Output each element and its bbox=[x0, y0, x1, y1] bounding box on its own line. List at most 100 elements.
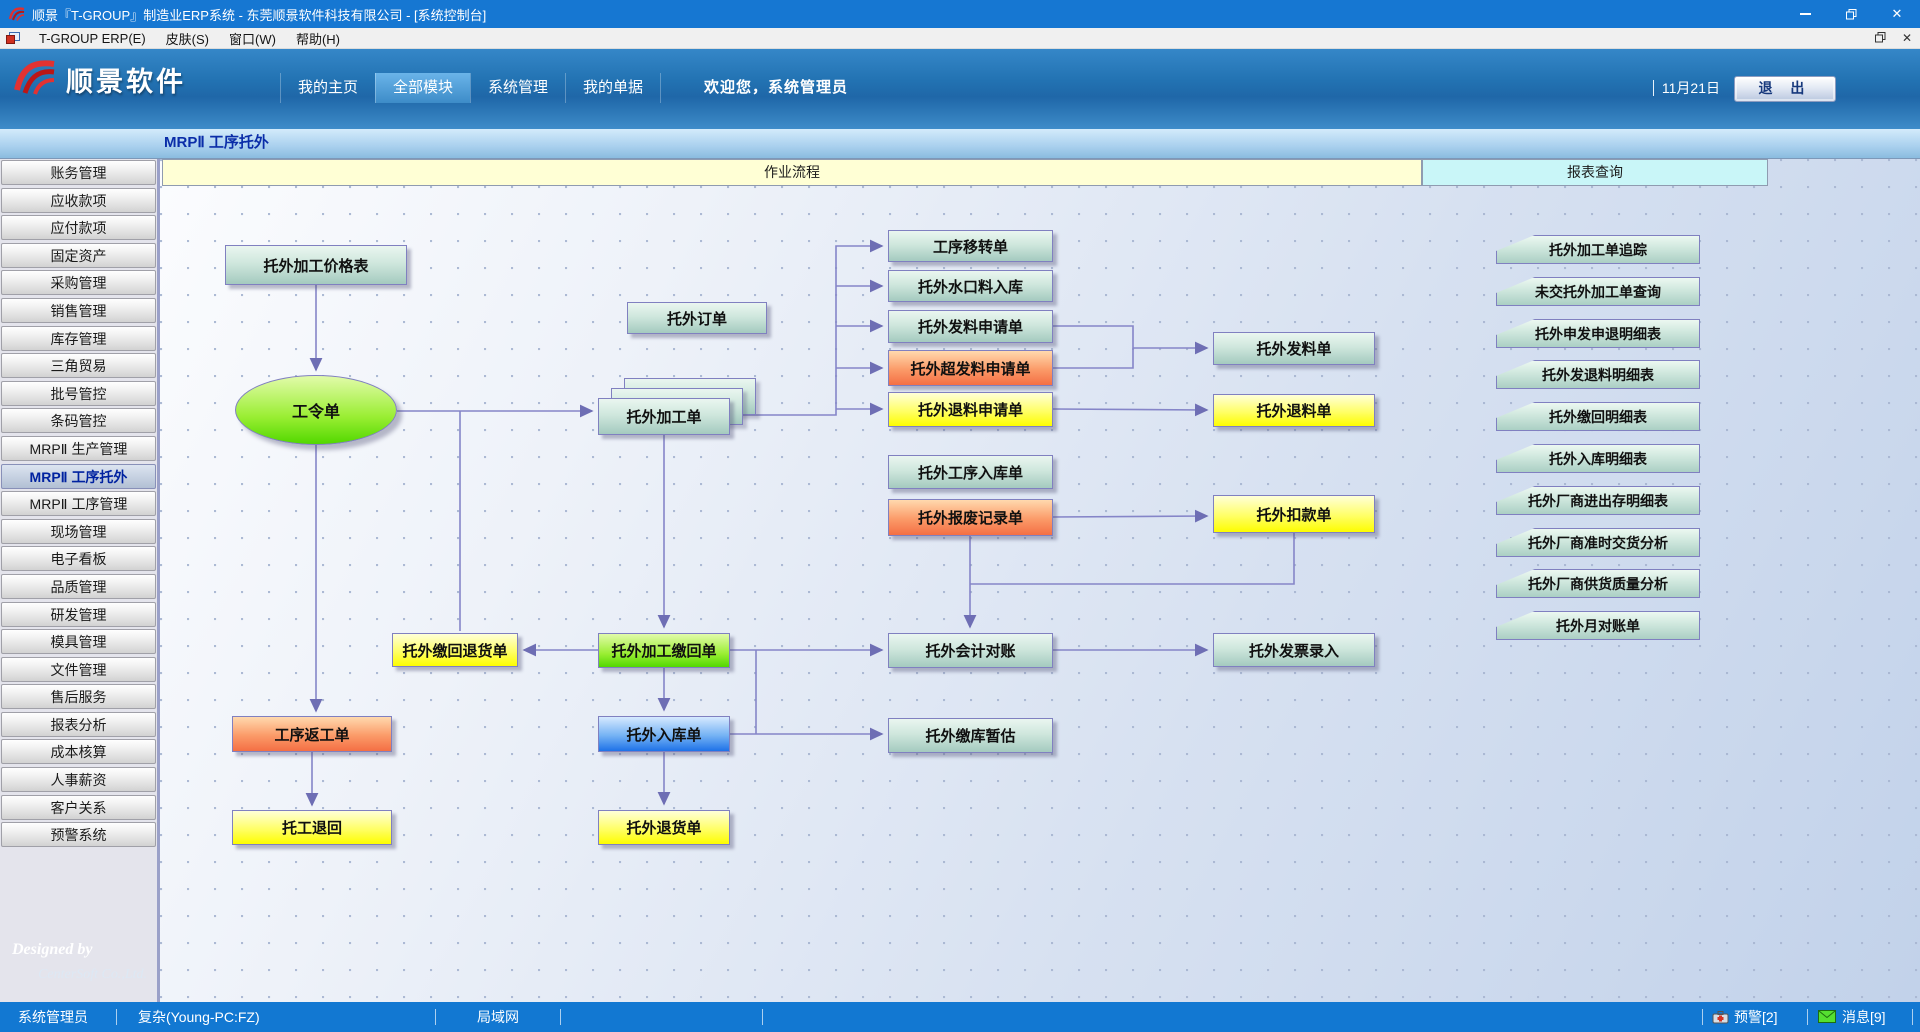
node-provisional-estimate[interactable]: 托外缴库暂估 bbox=[888, 718, 1053, 753]
report-item-7[interactable]: 托外厂商准时交货分析 bbox=[1496, 528, 1700, 557]
node-return-sheet[interactable]: 托外退料单 bbox=[1213, 394, 1375, 427]
node-work-order[interactable]: 工令单 bbox=[235, 375, 397, 445]
brand-logo-text: 顺景软件 bbox=[66, 60, 186, 99]
sidebar-item-16[interactable]: 研发管理 bbox=[1, 602, 156, 627]
sidebar-item-3[interactable]: 固定资产 bbox=[1, 243, 156, 268]
node-accounting-recon[interactable]: 托外会计对账 bbox=[888, 633, 1053, 668]
node-work-return[interactable]: 托工退回 bbox=[232, 810, 392, 845]
node-deduction-sheet[interactable]: 托外扣款单 bbox=[1213, 495, 1375, 533]
sidebar-item-4[interactable]: 采购管理 bbox=[1, 270, 156, 295]
node-over-issue-request[interactable]: 托外超发料申请单 bbox=[888, 350, 1053, 386]
mdi-close-icon[interactable]: ✕ bbox=[1902, 32, 1912, 44]
node-process-warehouse-in[interactable]: 托外工序入库单 bbox=[888, 455, 1053, 489]
sidebar-item-1[interactable]: 应收款项 bbox=[1, 188, 156, 213]
status-network: 局域网 bbox=[477, 1002, 519, 1032]
sidebar-item-17[interactable]: 模具管理 bbox=[1, 629, 156, 654]
header-date: 11月21日 bbox=[1653, 73, 1720, 103]
sidebar-item-2[interactable]: 应付款项 bbox=[1, 215, 156, 240]
node-price-list[interactable]: 托外加工价格表 bbox=[225, 245, 407, 285]
sidebar-item-8[interactable]: 批号管控 bbox=[1, 381, 156, 406]
envelope-icon[interactable] bbox=[1818, 1010, 1836, 1023]
sidebar-item-12[interactable]: MRPⅡ 工序管理 bbox=[1, 491, 156, 516]
tab-3[interactable]: 我的单据 bbox=[565, 73, 661, 103]
tab-row: 我的主页全部模块系统管理我的单据 bbox=[280, 73, 661, 103]
minimize-icon[interactable] bbox=[1782, 0, 1828, 28]
node-handback-return[interactable]: 托外缴回退货单 bbox=[392, 633, 518, 667]
designed-by-text: Designed by bbox=[0, 932, 157, 959]
sidebar-item-22[interactable]: 人事薪资 bbox=[1, 767, 156, 792]
sidebar: 账务管理应收款项应付款项固定资产采购管理销售管理库存管理三角贸易批号管控条码管控… bbox=[0, 159, 160, 1002]
sidebar-item-19[interactable]: 售后服务 bbox=[1, 684, 156, 709]
tab-2[interactable]: 系统管理 bbox=[470, 73, 565, 103]
node-invoice-entry[interactable]: 托外发票录入 bbox=[1213, 633, 1375, 667]
sidebar-item-10[interactable]: MRPⅡ 生产管理 bbox=[1, 436, 156, 461]
sidebar-item-7[interactable]: 三角贸易 bbox=[1, 353, 156, 378]
tab-1[interactable]: 全部模块 bbox=[375, 73, 470, 103]
page-title: MRPⅡ 工序托外 bbox=[164, 129, 269, 157]
sidebar-item-9[interactable]: 条码管控 bbox=[1, 408, 156, 433]
node-outsource-order[interactable]: 托外订单 bbox=[627, 302, 767, 334]
restore-icon[interactable] bbox=[1828, 0, 1874, 28]
sidebar-item-6[interactable]: 库存管理 bbox=[1, 326, 156, 351]
sidebar-list: 账务管理应收款项应付款项固定资产采购管理销售管理库存管理三角贸易批号管控条码管控… bbox=[0, 159, 157, 847]
brand-logo: 顺景软件 bbox=[12, 57, 186, 102]
sidebar-item-14[interactable]: 电子看板 bbox=[1, 546, 156, 571]
sidebar-item-5[interactable]: 销售管理 bbox=[1, 298, 156, 323]
node-issue-sheet[interactable]: 托外发料单 bbox=[1213, 332, 1375, 365]
report-item-9[interactable]: 托外月对账单 bbox=[1496, 611, 1700, 640]
report-item-2[interactable]: 托外申发申退明细表 bbox=[1496, 319, 1700, 348]
status-user: 系统管理员 bbox=[18, 1002, 88, 1032]
sidebar-item-18[interactable]: 文件管理 bbox=[1, 657, 156, 682]
sidebar-item-15[interactable]: 品质管理 bbox=[1, 574, 156, 599]
sidebar-item-0[interactable]: 账务管理 bbox=[1, 160, 156, 185]
brand-logo-icon bbox=[12, 57, 58, 102]
sidebar-item-23[interactable]: 客户关系 bbox=[1, 795, 156, 820]
report-item-4[interactable]: 托外缴回明细表 bbox=[1496, 402, 1700, 431]
node-goods-return[interactable]: 托外退货单 bbox=[598, 810, 730, 845]
report-item-0[interactable]: 托外加工单追踪 bbox=[1496, 235, 1700, 264]
status-separator bbox=[762, 1009, 763, 1025]
page-title-bar: MRPⅡ 工序托外 bbox=[0, 129, 1920, 159]
sidebar-banner: Designed by CenterSoft Co.,Ltd. bbox=[0, 932, 157, 999]
status-alert[interactable]: 预警[2] bbox=[1734, 1002, 1778, 1032]
mdi-restore-icon[interactable] bbox=[1875, 31, 1886, 46]
company-text: CenterSoft Co.,Ltd. bbox=[0, 959, 157, 983]
erp-window: 顺景『T-GROUP』制造业ERP系统 - 东莞顺景软件科技有限公司 - [系统… bbox=[0, 0, 1920, 1030]
sidebar-item-20[interactable]: 报表分析 bbox=[1, 712, 156, 737]
sidebar-item-13[interactable]: 现场管理 bbox=[1, 519, 156, 544]
node-issue-request[interactable]: 托外发料申请单 bbox=[888, 310, 1053, 343]
tab-0[interactable]: 我的主页 bbox=[280, 73, 375, 103]
node-warehouse-in[interactable]: 托外入库单 bbox=[598, 716, 730, 752]
sidebar-item-11[interactable]: MRPⅡ 工序托外 bbox=[1, 464, 156, 489]
menu-window[interactable]: 窗口(W) bbox=[219, 29, 286, 48]
date-divider bbox=[1653, 80, 1654, 96]
node-scrap-record[interactable]: 托外报废记录单 bbox=[888, 499, 1053, 536]
close-icon[interactable]: ✕ bbox=[1874, 0, 1920, 28]
node-rework-sheet[interactable]: 工序返工单 bbox=[232, 716, 392, 752]
flow-panel: 作业流程 报表查询 托外加工价格表工令单托外订单托外加工单工序移转单托外水口料入… bbox=[160, 159, 1920, 1002]
node-process-handback[interactable]: 托外加工缴回单 bbox=[598, 633, 730, 668]
mdi-document-icon bbox=[5, 31, 21, 45]
report-item-5[interactable]: 托外入库明细表 bbox=[1496, 444, 1700, 473]
sidebar-item-21[interactable]: 成本核算 bbox=[1, 739, 156, 764]
titlebar: 顺景『T-GROUP』制造业ERP系统 - 东莞顺景软件科技有限公司 - [系统… bbox=[0, 0, 1920, 28]
node-process-sheet[interactable]: 托外加工单 bbox=[598, 398, 730, 435]
app-logo-icon bbox=[8, 6, 26, 22]
report-item-1[interactable]: 未交托外加工单查询 bbox=[1496, 277, 1700, 306]
alert-icon[interactable] bbox=[1712, 1010, 1729, 1024]
node-sprue-material-in[interactable]: 托外水口料入库 bbox=[888, 270, 1053, 302]
status-message[interactable]: 消息[9] bbox=[1842, 1002, 1886, 1032]
menu-help[interactable]: 帮助(H) bbox=[286, 29, 350, 48]
sidebar-item-24[interactable]: 预警系统 bbox=[1, 822, 156, 847]
app-header: 顺景软件 我的主页全部模块系统管理我的单据 欢迎您，系统管理员 11月21日 退… bbox=[0, 49, 1920, 129]
status-machine: 复杂(Young-PC:FZ) bbox=[138, 1002, 260, 1032]
report-item-8[interactable]: 托外厂商供货质量分析 bbox=[1496, 569, 1700, 598]
menu-tgroup-erp[interactable]: T-GROUP ERP(E) bbox=[29, 31, 156, 46]
node-return-request[interactable]: 托外退料申请单 bbox=[888, 392, 1053, 427]
exit-button[interactable]: 退 出 bbox=[1734, 76, 1836, 102]
report-item-3[interactable]: 托外发退料明细表 bbox=[1496, 360, 1700, 389]
welcome-text: 欢迎您，系统管理员 bbox=[704, 73, 848, 103]
menu-skin[interactable]: 皮肤(S) bbox=[156, 29, 219, 48]
node-transfer-sheet[interactable]: 工序移转单 bbox=[888, 230, 1053, 262]
report-item-6[interactable]: 托外厂商进出存明细表 bbox=[1496, 486, 1700, 515]
